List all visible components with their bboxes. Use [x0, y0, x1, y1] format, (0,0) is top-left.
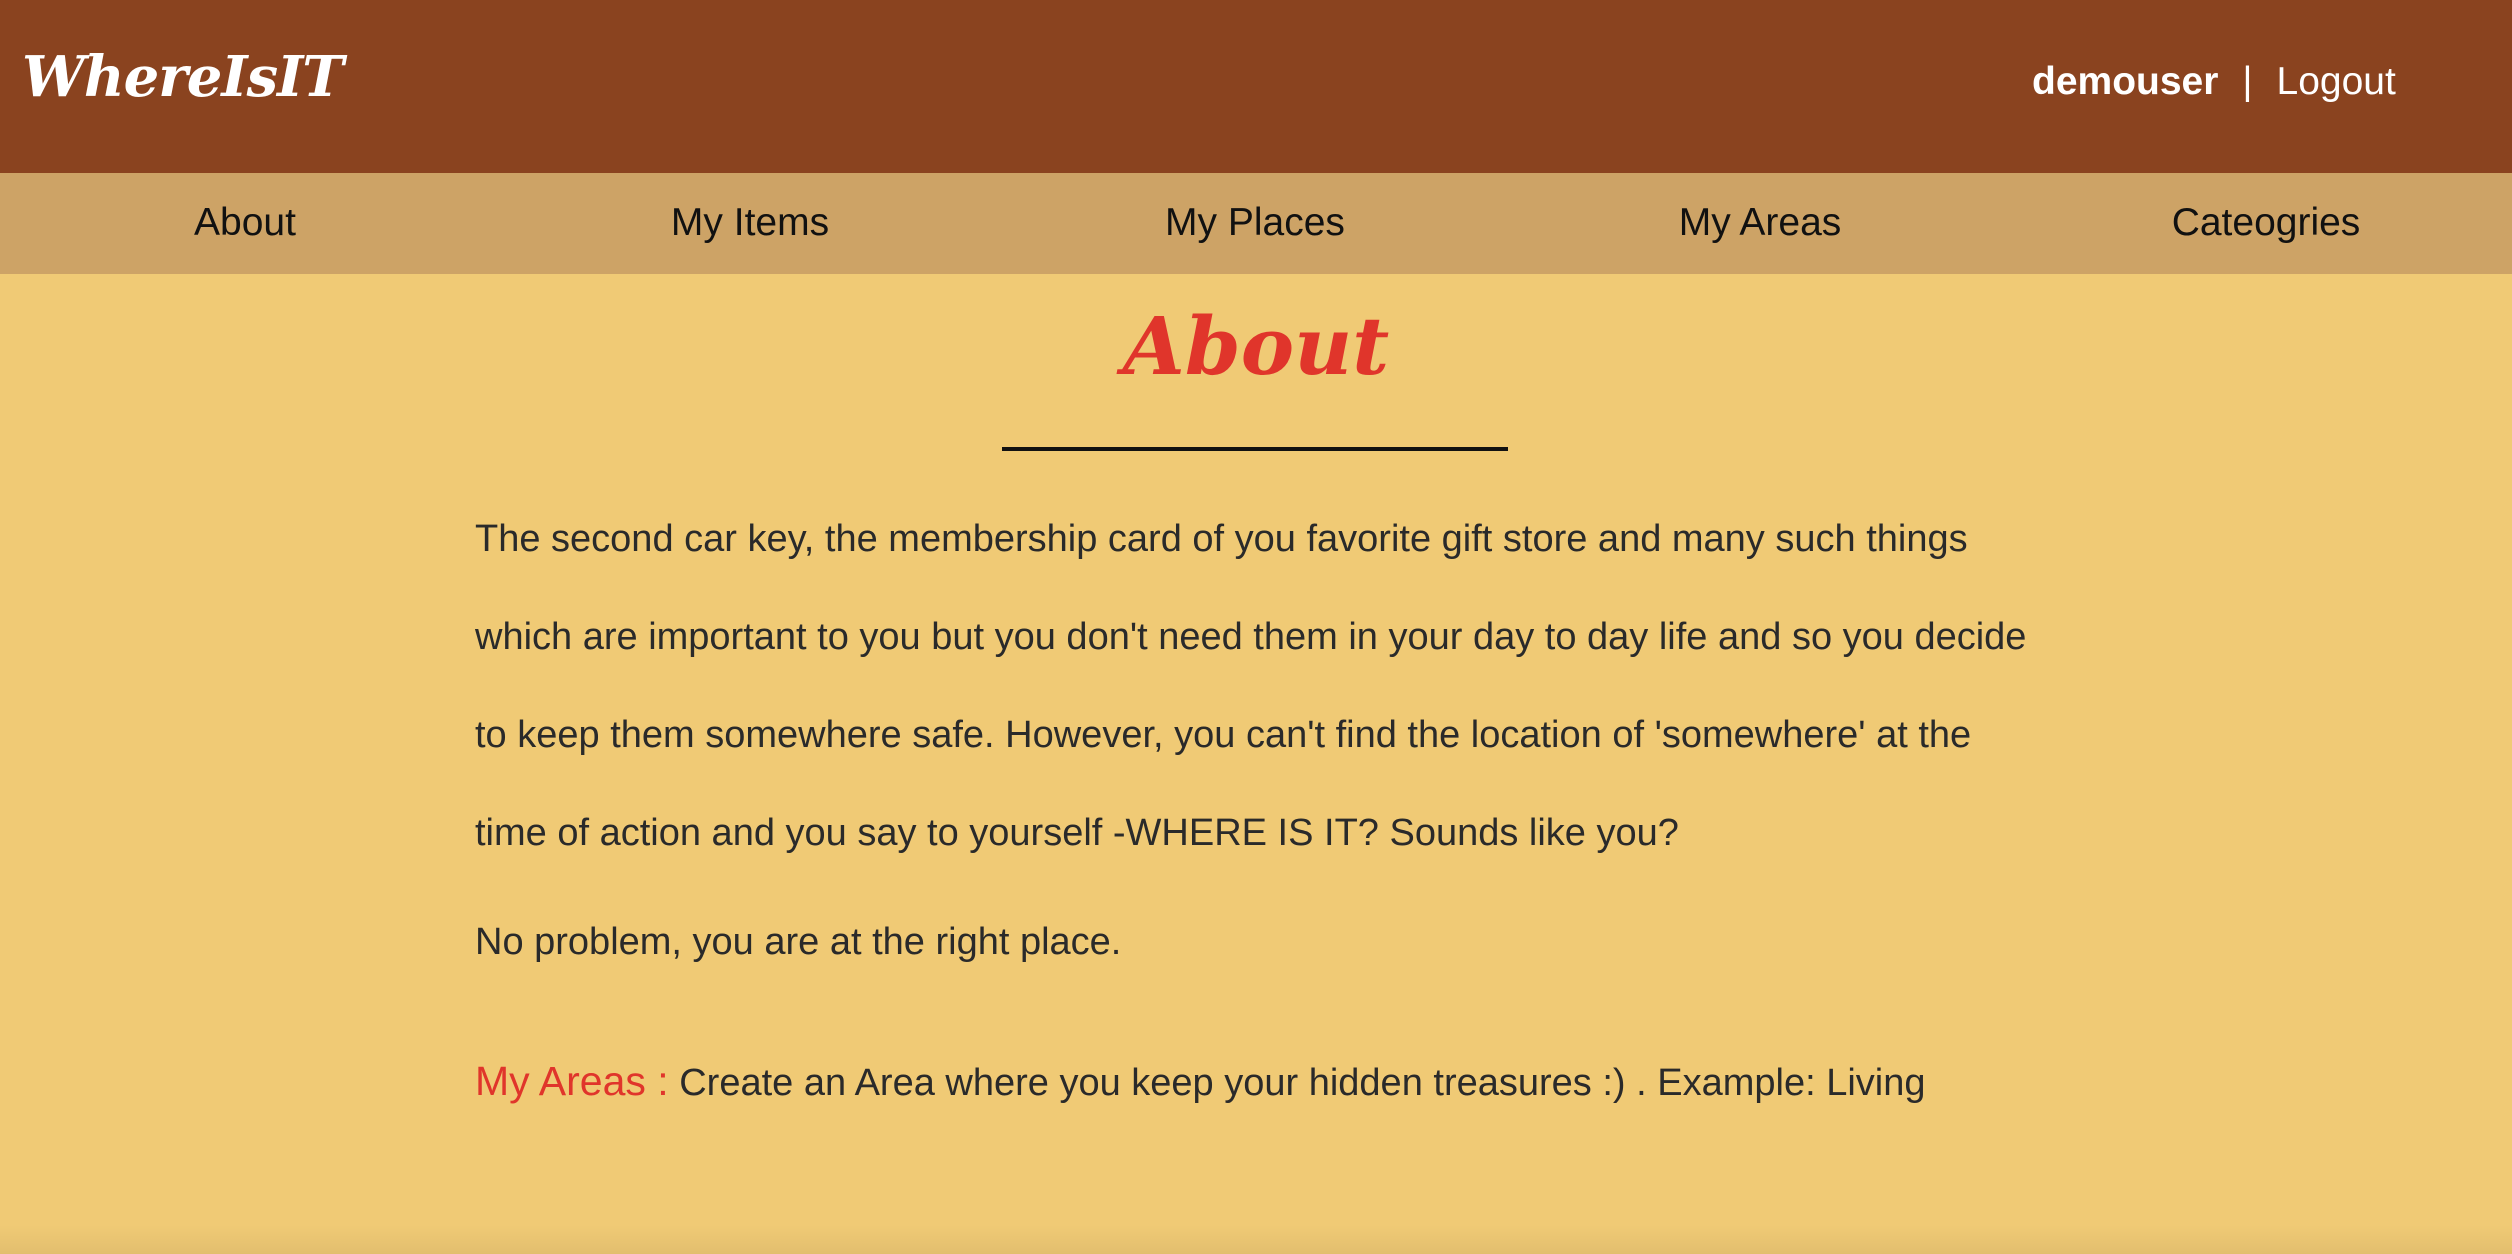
username-label: demouser	[2032, 60, 2219, 103]
intro-paragraph: The second car key, the membership card …	[475, 518, 2027, 854]
nav-item-categories[interactable]: Cateogries	[2172, 201, 2361, 245]
nav-item-my-areas[interactable]: My Areas	[1679, 201, 1842, 245]
app-logo[interactable]: WhereIsIT	[22, 44, 344, 110]
header-bar: WhereIsIT demouser | Logout	[0, 0, 2512, 173]
reassurance-paragraph: No problem, you are at the right place.	[475, 921, 1122, 963]
my-areas-description: My Areas : Create an Area where you keep…	[475, 1051, 2035, 1113]
nav-item-about[interactable]: About	[194, 201, 296, 245]
page-title: About	[1122, 299, 1390, 393]
user-separator: |	[2242, 60, 2253, 103]
bottom-fade	[0, 1225, 2512, 1254]
main-nav: About My Items My Places My Areas Cateog…	[0, 173, 2512, 274]
user-area: demouser | Logout	[2032, 60, 2396, 104]
my-areas-text: Create an Area where you keep your hidde…	[668, 1062, 1926, 1104]
logout-link[interactable]: Logout	[2277, 60, 2396, 103]
nav-item-my-places[interactable]: My Places	[1165, 201, 1345, 245]
title-underline	[1002, 447, 1508, 451]
my-areas-label: My Areas :	[475, 1058, 669, 1104]
nav-item-my-items[interactable]: My Items	[671, 201, 829, 245]
about-content: The second car key, the membership card …	[475, 490, 2035, 1113]
